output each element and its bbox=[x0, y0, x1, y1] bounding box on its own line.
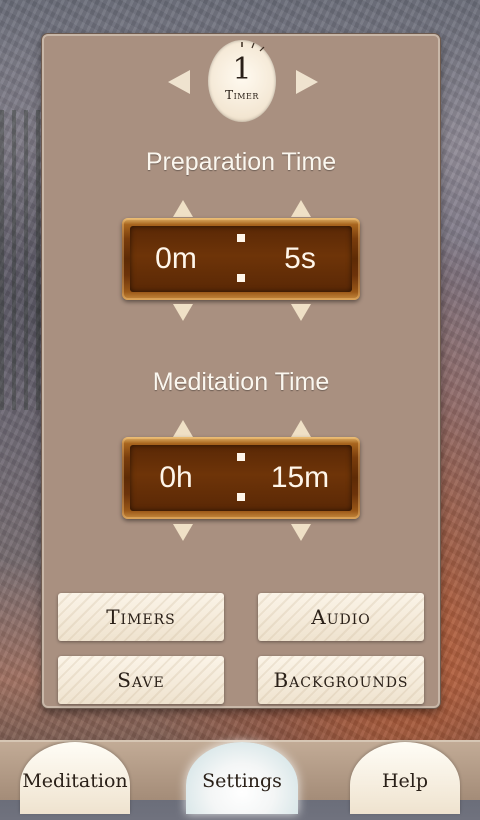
colon-dot-bottom bbox=[237, 274, 245, 282]
timer-label: Timer bbox=[225, 88, 259, 102]
audio-button[interactable]: Audio bbox=[258, 593, 424, 641]
preparation-minutes-value[interactable]: 0m bbox=[126, 218, 226, 300]
meditation-hours-up-arrow-icon[interactable] bbox=[173, 420, 193, 437]
preparation-minutes-down-arrow-icon[interactable] bbox=[173, 304, 193, 321]
timer-number: 1 bbox=[232, 52, 252, 87]
save-button[interactable]: Save bbox=[58, 656, 224, 704]
meditation-hours-down-arrow-icon[interactable] bbox=[173, 524, 193, 541]
preparation-seconds-down-arrow-icon[interactable] bbox=[291, 304, 311, 321]
backgrounds-button[interactable]: Backgrounds bbox=[258, 656, 424, 704]
colon-dot-top bbox=[237, 453, 245, 461]
settings-panel: 1 Timer Preparation Time 0m 5s Meditatio… bbox=[42, 34, 440, 708]
timer-clock-badge: 1 Timer bbox=[208, 40, 276, 122]
meditation-minutes-down-arrow-icon[interactable] bbox=[291, 524, 311, 541]
preparation-time-title: Preparation Time bbox=[145, 148, 337, 176]
meditation-minutes-value[interactable]: 15m bbox=[250, 437, 350, 519]
colon-dot-top bbox=[237, 234, 245, 242]
meditation-hours-value[interactable]: 0h bbox=[126, 437, 226, 519]
next-timer-arrow-icon[interactable] bbox=[296, 70, 318, 94]
colon-dot-bottom bbox=[237, 493, 245, 501]
preparation-seconds-up-arrow-icon[interactable] bbox=[291, 200, 311, 217]
meditation-time-title: Meditation Time bbox=[152, 368, 330, 396]
clock-ticks-icon bbox=[241, 42, 265, 52]
preparation-time-display: 0m 5s bbox=[122, 218, 360, 300]
previous-timer-arrow-icon[interactable] bbox=[168, 70, 190, 94]
timers-button[interactable]: Timers bbox=[58, 593, 224, 641]
preparation-minutes-up-arrow-icon[interactable] bbox=[173, 200, 193, 217]
preparation-seconds-value[interactable]: 5s bbox=[250, 218, 350, 300]
meditation-minutes-up-arrow-icon[interactable] bbox=[291, 420, 311, 437]
meditation-time-display: 0h 15m bbox=[122, 437, 360, 519]
timer-selector: 1 Timer bbox=[44, 40, 438, 128]
